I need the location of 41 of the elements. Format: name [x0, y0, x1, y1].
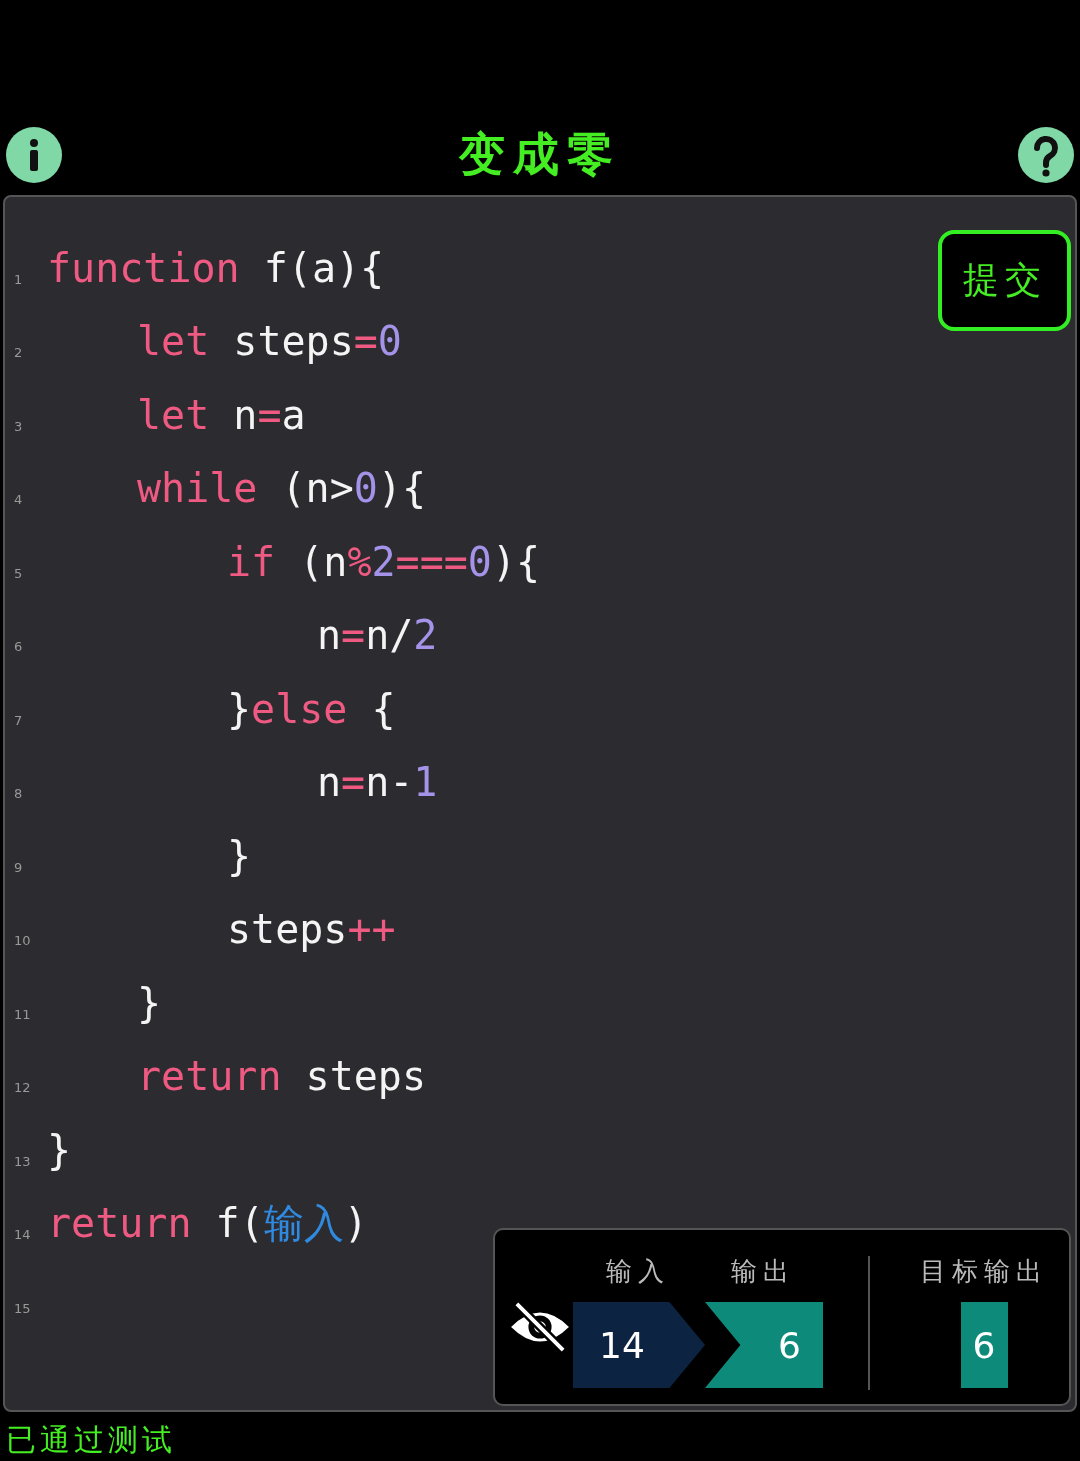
code-line: if (n%2===0){ [227, 538, 541, 585]
code-line: let steps=0 [137, 318, 402, 365]
line-number: 13 [13, 1153, 32, 1169]
line-number: 5 [13, 565, 24, 581]
target-output-value: 6 [960, 1302, 1008, 1388]
output-value: 6 [705, 1302, 823, 1388]
line-number: 14 [13, 1227, 32, 1242]
info-icon[interactable] [6, 127, 62, 183]
code-line: while (n>0){ [137, 465, 426, 512]
output-label: 输出 [730, 1254, 796, 1288]
line-number: 6 [13, 639, 24, 654]
line-number: 2 [13, 345, 24, 360]
line-number: 1 [13, 271, 24, 287]
submit-button[interactable]: 提交 [938, 230, 1071, 331]
line-number: 7 [13, 712, 24, 728]
line-number: 8 [13, 786, 24, 801]
input-value: 14 [573, 1302, 705, 1388]
code-line: }else { [227, 685, 396, 732]
code-line: } [227, 832, 252, 879]
line-number: 10 [13, 933, 32, 948]
line-number: 12 [13, 1080, 32, 1095]
code-line: let n=a [137, 391, 306, 438]
line-number: 15 [13, 1300, 32, 1316]
code-line: } [47, 1126, 72, 1173]
code-line: return f(输入) [47, 1198, 368, 1248]
app-title: 变成零 [459, 126, 621, 183]
code-line: return steps [137, 1053, 426, 1100]
line-number: 9 [13, 859, 24, 875]
code-line: steps++ [227, 906, 396, 953]
help-icon[interactable] [1018, 127, 1074, 183]
code-line: } [137, 979, 162, 1026]
status-message: 已通过测试 [6, 1421, 177, 1459]
code-line: n=n-1 [317, 759, 438, 806]
line-number: 11 [13, 1006, 32, 1022]
line-number: 4 [13, 492, 24, 507]
line-number: 3 [13, 418, 24, 434]
eye-slash-icon[interactable] [509, 1300, 571, 1354]
target-output-label: 目标输出 [920, 1255, 1048, 1288]
code-line: function f(a){ [47, 244, 385, 291]
code-line: n=n/2 [317, 612, 438, 659]
input-label: 输入 [605, 1254, 671, 1288]
